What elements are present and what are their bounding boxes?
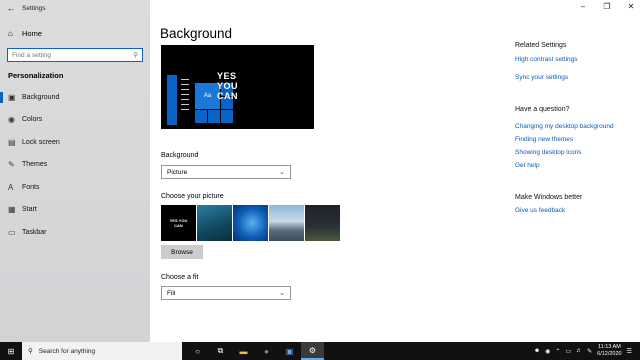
sidebar-item-taskbar[interactable]: ▭ Taskbar [0,221,150,244]
chevron-down-icon: ⌄ [279,169,285,176]
language-icon[interactable]: ✎ [587,348,592,355]
picture-thumbnail[interactable] [269,205,304,241]
taskbar-icon: ▭ [8,227,16,237]
taskbar-search-box[interactable]: ⚲ Search for anything [22,342,182,360]
sidebar-item-fonts[interactable]: A Fonts [0,176,150,199]
related-settings-heading: Related Settings [515,42,567,49]
file-explorer-icon[interactable]: ▬ [232,342,255,360]
network-icon[interactable]: ◉ [545,348,550,355]
finding-themes-link[interactable]: Finding new themes [515,136,573,143]
clock-time: 11:13 AM [597,344,621,350]
browse-button[interactable]: Browse [161,245,203,259]
question-heading: Have a question? [515,106,570,113]
display-icon[interactable]: ▭ [565,348,571,355]
sidebar-item-label: Start [22,206,37,214]
taskbar-search-text: Search for anything [38,347,96,355]
background-label: Background [161,152,199,159]
preview-wallpaper-text: YES YOU CAN [217,71,239,101]
search-placeholder: Find a setting [12,51,52,59]
sidebar-item-label: Lock screen [22,138,60,146]
notifications-icon[interactable]: ☰ [627,348,632,355]
search-icon: ⚲ [133,52,138,59]
start-icon: ▦ [8,205,16,215]
cortana-icon[interactable]: ○ [186,342,209,360]
windows-start-icon[interactable]: ⊞ [0,342,22,360]
taskbar: ⊞ ⚲ Search for anything ○ ⧉ ▬ ● ▣ ⚙ ☻ ◉ … [0,342,640,360]
preview-taskbar [167,75,177,125]
sidebar-item-themes[interactable]: ✎ Themes [0,154,150,177]
people-icon[interactable]: ☻ [534,348,540,354]
app-window-icon[interactable]: ▣ [278,342,301,360]
section-title: Personalization [8,71,64,80]
fit-dropdown[interactable]: Fill ⌄ [161,286,291,300]
close-icon[interactable]: ✕ [626,2,636,11]
picture-icon: ▣ [8,92,16,102]
sidebar-item-label: Fonts [22,183,40,191]
thumbnail-text: YES YOU CAN [169,218,188,228]
volume-icon[interactable]: ♬ [576,348,582,354]
high-contrast-link[interactable]: High contrast settings [515,56,578,63]
sidebar-item-background[interactable]: ▣ Background [0,86,150,109]
sidebar-item-start[interactable]: ▦ Start [0,199,150,222]
settings-sidebar: ← Settings ⌂ Home Find a setting ⚲ Perso… [0,0,150,342]
background-dropdown[interactable]: Picture ⌄ [161,165,291,179]
sidebar-item-lock-screen[interactable]: ▤ Lock screen [0,131,150,154]
sidebar-item-home[interactable]: ⌂ Home [0,24,150,42]
picture-thumbnail[interactable] [233,205,268,241]
minimize-icon[interactable]: – [578,2,588,11]
give-feedback-link[interactable]: Give us feedback [515,207,565,214]
get-help-link[interactable]: Get help [515,162,540,169]
picture-thumbnails: YES YOU CAN [161,205,340,241]
title-bar: ← Settings [0,0,150,16]
lock-screen-icon: ▤ [8,137,16,147]
background-dropdown-value: Picture [167,168,188,176]
fonts-icon: A [8,182,14,192]
picture-thumbnail[interactable] [197,205,232,241]
home-icon: ⌂ [8,28,13,38]
clock-date: 6/12/2020 [597,351,622,357]
choose-picture-label: Choose your picture [161,193,224,200]
window-title: Settings [22,4,46,12]
clock[interactable]: 11:13 AM 6/12/2020 [597,344,621,358]
sidebar-item-colors[interactable]: ◉ Colors [0,109,150,132]
fit-dropdown-value: Fill [167,289,176,297]
system-tray: ☻ ◉ ⌃ ▭ ♬ ✎ 11:13 AM 6/12/2020 ☰ [534,342,632,360]
changing-background-link[interactable]: Changing my desktop background [515,123,614,130]
background-preview: Aa YES YOU CAN [161,45,314,129]
sync-settings-link[interactable]: Sync your settings [515,74,568,81]
picture-thumbnail[interactable]: YES YOU CAN [161,205,196,241]
picture-thumbnail[interactable] [305,205,340,241]
sidebar-item-label: Colors [22,116,43,124]
preview-start-menu [179,75,191,125]
settings-gear-icon[interactable]: ⚙ [301,342,324,360]
chrome-icon[interactable]: ● [255,342,278,360]
brush-icon: ✎ [8,160,15,170]
back-arrow-icon[interactable]: ← [0,3,22,13]
find-setting-input[interactable]: Find a setting ⚲ [7,48,143,62]
page-title: Background [160,26,233,41]
search-icon: ⚲ [28,348,33,355]
chevron-down-icon: ⌄ [279,290,285,297]
maximize-icon[interactable]: ❐ [602,2,612,11]
palette-icon: ◉ [8,115,15,125]
sidebar-item-label: Background [22,93,60,101]
sidebar-item-label: Themes [22,161,48,169]
chevron-up-icon[interactable]: ⌃ [555,348,560,355]
home-label: Home [22,28,43,38]
make-windows-better-heading: Make Windows better [515,194,583,201]
main-content: – ❐ ✕ Background Aa YES YOU CAN Backgrou… [150,0,640,342]
window-controls: – ❐ ✕ [578,2,636,11]
task-view-icon[interactable]: ⧉ [209,342,232,360]
sidebar-item-label: Taskbar [22,228,47,236]
desktop-icons-link[interactable]: Showing desktop icons [515,149,582,156]
fit-label: Choose a fit [161,274,199,281]
